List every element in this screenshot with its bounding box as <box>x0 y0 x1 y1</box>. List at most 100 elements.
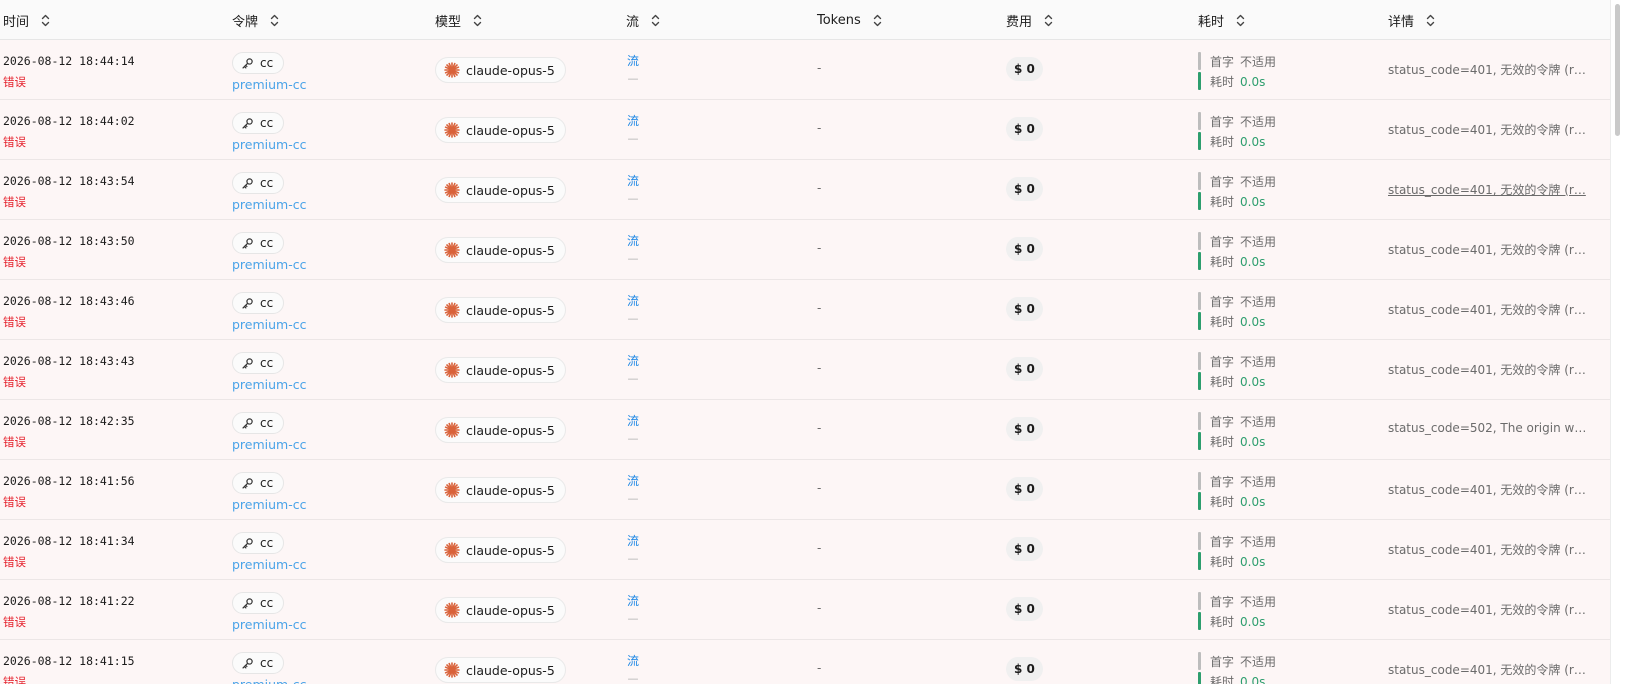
cost-tag: $ 0 <box>1006 417 1043 441</box>
duration-line: 耗时 0.0s <box>1210 373 1265 390</box>
scrollbar-thumb[interactable] <box>1615 4 1620 136</box>
table-row[interactable]: 2026-08-12 18:43:54 错误 cc premium-cc cla… <box>0 160 1610 220</box>
token-tag[interactable]: cc <box>232 412 285 434</box>
model-tag[interactable]: claude-opus-5 <box>435 417 566 443</box>
stream-sub: — <box>627 192 639 205</box>
timestamp: 2026-08-12 18:41:34 <box>3 534 135 548</box>
table-row[interactable]: 2026-08-12 18:41:34 错误 cc premium-cc cla… <box>0 520 1610 580</box>
table-row[interactable]: 2026-08-12 18:41:22 错误 cc premium-cc cla… <box>0 580 1610 640</box>
group-link[interactable]: premium-cc <box>232 257 307 272</box>
sort-caret-icon[interactable] <box>270 14 279 27</box>
first-token-bar <box>1198 172 1201 190</box>
model-tag[interactable]: claude-opus-5 <box>435 657 566 683</box>
sort-caret-icon[interactable] <box>1044 14 1053 27</box>
sort-caret-icon[interactable] <box>1426 14 1435 27</box>
table-row[interactable]: 2026-08-12 18:41:15 错误 cc premium-cc <box>0 640 1610 684</box>
detail-cell[interactable]: status_code=401, 无效的令牌 (r… <box>1388 361 1588 378</box>
column-header-tokens[interactable]: Tokens <box>817 0 882 40</box>
sort-caret-icon[interactable] <box>41 14 50 27</box>
first-token-bar <box>1198 532 1201 550</box>
time-cell: 2026-08-12 18:42:35 错误 <box>3 414 135 450</box>
table-row[interactable]: 2026-08-12 18:44:14 错误 cc premium-cc cla… <box>0 40 1610 100</box>
token-tag[interactable]: cc <box>232 232 285 254</box>
model-tag[interactable]: claude-opus-5 <box>435 177 566 203</box>
model-tag[interactable]: claude-opus-5 <box>435 597 566 623</box>
model-tag[interactable]: claude-opus-5 <box>435 297 566 323</box>
sort-caret-icon[interactable] <box>1236 14 1245 27</box>
column-header-token[interactable]: 令牌 <box>232 0 279 40</box>
cost-tag: $ 0 <box>1006 57 1043 81</box>
group-link[interactable]: premium-cc <box>232 437 307 452</box>
column-header-stream[interactable]: 流 <box>626 0 660 40</box>
sort-caret-icon[interactable] <box>651 14 660 27</box>
detail-cell[interactable]: status_code=401, 无效的令牌 (r… <box>1388 181 1588 198</box>
token-tag[interactable]: cc <box>232 52 285 74</box>
group-link[interactable]: premium-cc <box>232 377 307 392</box>
status-badge: 错误 <box>3 495 26 509</box>
model-tag[interactable]: claude-opus-5 <box>435 477 566 503</box>
timestamp: 2026-08-12 18:41:56 <box>3 474 135 488</box>
group-link[interactable]: premium-cc <box>232 137 307 152</box>
first-token-label: 首字 <box>1210 55 1235 69</box>
token-tag[interactable]: cc <box>232 112 285 134</box>
column-header-detail[interactable]: 详情 <box>1388 0 1435 40</box>
model-cell: claude-opus-5 <box>435 417 566 443</box>
detail-cell[interactable]: status_code=401, 无效的令牌 (r… <box>1388 241 1588 258</box>
detail-cell[interactable]: status_code=401, 无效的令牌 (r… <box>1388 661 1588 678</box>
token-name: cc <box>260 476 274 490</box>
cost-tag: $ 0 <box>1006 357 1043 381</box>
model-tag[interactable]: claude-opus-5 <box>435 57 566 83</box>
token-tag[interactable]: cc <box>232 172 285 194</box>
detail-cell[interactable]: status_code=401, 无效的令牌 (r… <box>1388 601 1588 618</box>
model-cell: claude-opus-5 <box>435 357 566 383</box>
group-link[interactable]: premium-cc <box>232 77 307 92</box>
model-cell: claude-opus-5 <box>435 177 566 203</box>
detail-cell[interactable]: status_code=401, 无效的令牌 (r… <box>1388 61 1588 78</box>
group-link[interactable]: premium-cc <box>232 317 307 332</box>
column-header-duration[interactable]: 耗时 <box>1198 0 1245 40</box>
token-tag[interactable]: cc <box>232 532 285 554</box>
model-tag[interactable]: claude-opus-5 <box>435 117 566 143</box>
table-row[interactable]: 2026-08-12 18:41:56 错误 cc premium-cc cla… <box>0 460 1610 520</box>
first-token-bar <box>1198 352 1201 370</box>
sort-caret-icon[interactable] <box>473 14 482 27</box>
group-link[interactable]: premium-cc <box>232 197 307 212</box>
detail-cell[interactable]: status_code=502, The origin w… <box>1388 421 1588 435</box>
column-header-cost[interactable]: 费用 <box>1006 0 1053 40</box>
detail-cell[interactable]: status_code=401, 无效的令牌 (r… <box>1388 481 1588 498</box>
detail-cell[interactable]: status_code=401, 无效的令牌 (r… <box>1388 541 1588 558</box>
token-tag[interactable]: cc <box>232 652 285 674</box>
stream-badge: 流 <box>626 654 639 668</box>
stream-sub: — <box>627 492 639 505</box>
token-tag[interactable]: cc <box>232 352 285 374</box>
claude-sunburst-icon <box>444 362 460 378</box>
column-header-model[interactable]: 模型 <box>435 0 482 40</box>
table-row[interactable]: 2026-08-12 18:43:50 错误 cc premium-cc cla… <box>0 220 1610 280</box>
token-cell: cc premium-cc <box>232 472 307 512</box>
group-link[interactable]: premium-cc <box>232 617 307 632</box>
model-tag[interactable]: claude-opus-5 <box>435 357 566 383</box>
column-header-time[interactable]: 时间 <box>3 0 50 40</box>
table-row[interactable]: 2026-08-12 18:43:46 错误 cc premium-cc cla… <box>0 280 1610 340</box>
table-row[interactable]: 2026-08-12 18:44:02 错误 cc premium-cc cla… <box>0 100 1610 160</box>
key-icon <box>241 417 254 430</box>
group-link[interactable]: premium-cc <box>232 557 307 572</box>
first-token-label: 首字 <box>1210 415 1235 429</box>
time-cell: 2026-08-12 18:43:46 错误 <box>3 294 135 330</box>
table-row[interactable]: 2026-08-12 18:42:35 错误 cc premium-cc cla… <box>0 400 1610 460</box>
claude-sunburst-icon <box>444 62 460 78</box>
detail-cell[interactable]: status_code=401, 无效的令牌 (r… <box>1388 121 1588 138</box>
timestamp: 2026-08-12 18:43:43 <box>3 354 135 368</box>
token-tag[interactable]: cc <box>232 592 285 614</box>
group-link[interactable]: premium-cc <box>232 677 307 684</box>
model-tag[interactable]: claude-opus-5 <box>435 537 566 563</box>
token-tag[interactable]: cc <box>232 472 285 494</box>
group-link[interactable]: premium-cc <box>232 497 307 512</box>
token-tag[interactable]: cc <box>232 292 285 314</box>
table-row[interactable]: 2026-08-12 18:43:43 错误 cc premium-cc cla… <box>0 340 1610 400</box>
model-tag[interactable]: claude-opus-5 <box>435 237 566 263</box>
detail-cell[interactable]: status_code=401, 无效的令牌 (r… <box>1388 301 1588 318</box>
column-header-label: 时间 <box>3 14 30 30</box>
first-token-value: 不适用 <box>1240 175 1277 189</box>
sort-caret-icon[interactable] <box>873 14 882 27</box>
